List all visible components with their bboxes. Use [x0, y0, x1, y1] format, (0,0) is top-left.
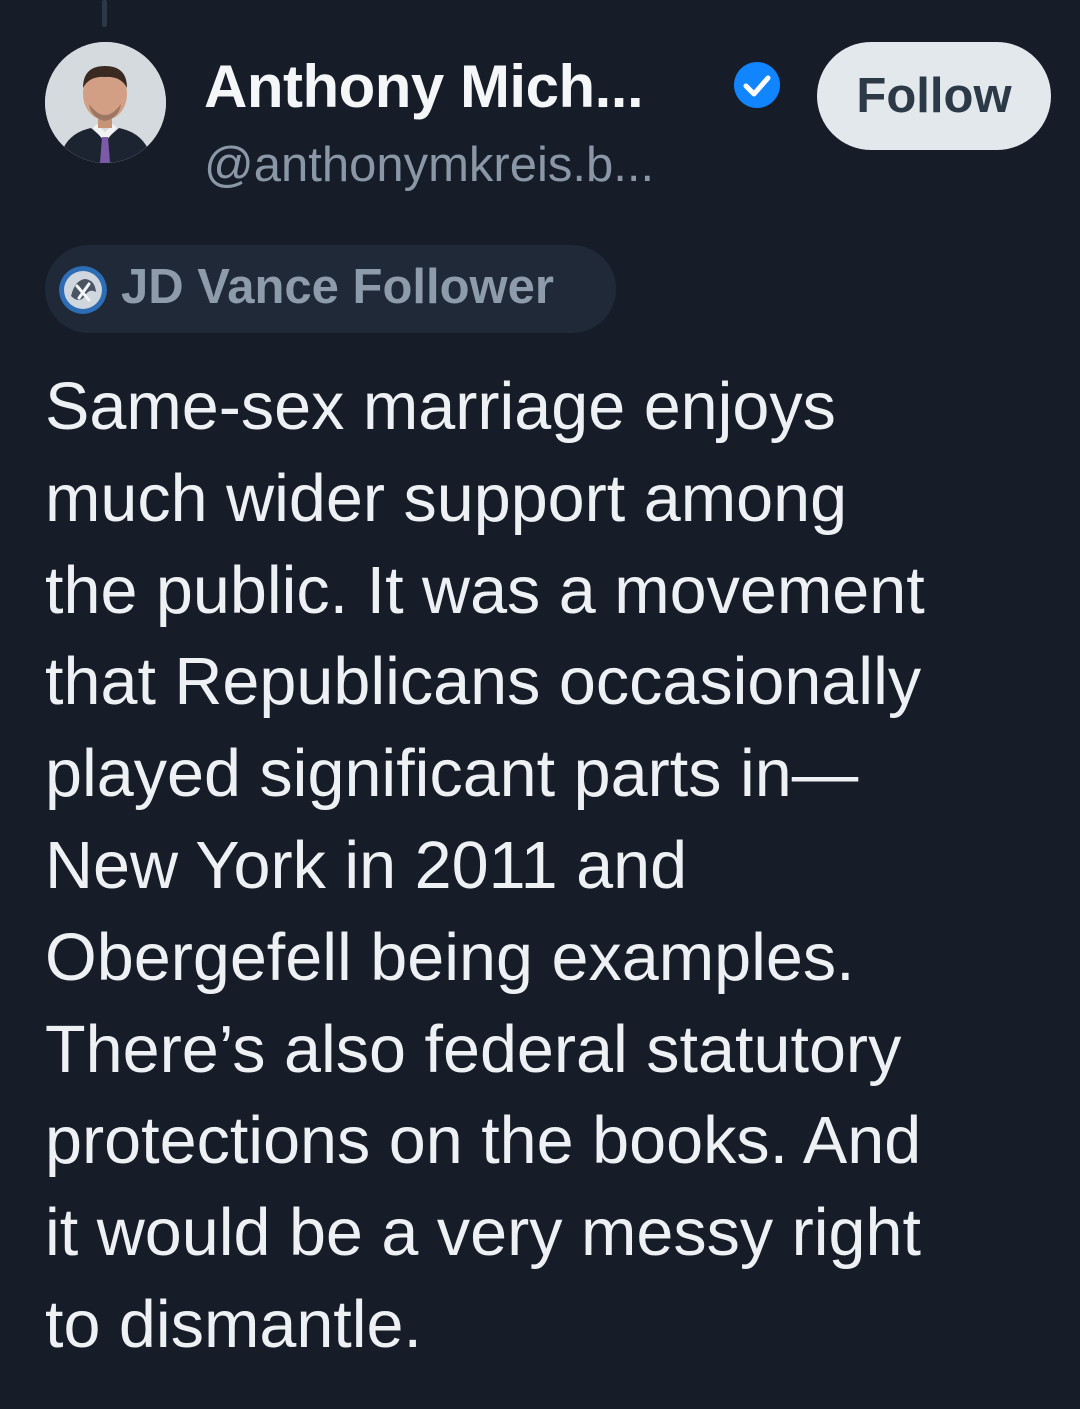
verified-check-icon: [734, 62, 780, 108]
avatar[interactable]: [45, 42, 166, 163]
avatar-image: [45, 42, 166, 163]
author-display-name[interactable]: Anthony Mich...: [204, 52, 644, 121]
post-body-text: Same-sex marriage enjoys much wider supp…: [45, 370, 925, 1362]
author-handle[interactable]: @anthonymkreis.b...: [204, 137, 654, 193]
label-text: JD Vance Follower: [121, 260, 554, 314]
follow-button[interactable]: Follow: [817, 42, 1051, 150]
label-badge[interactable]: JD Vance Follower: [45, 245, 616, 333]
thread-connector-line: [102, 0, 107, 27]
label-icon: [59, 266, 107, 314]
